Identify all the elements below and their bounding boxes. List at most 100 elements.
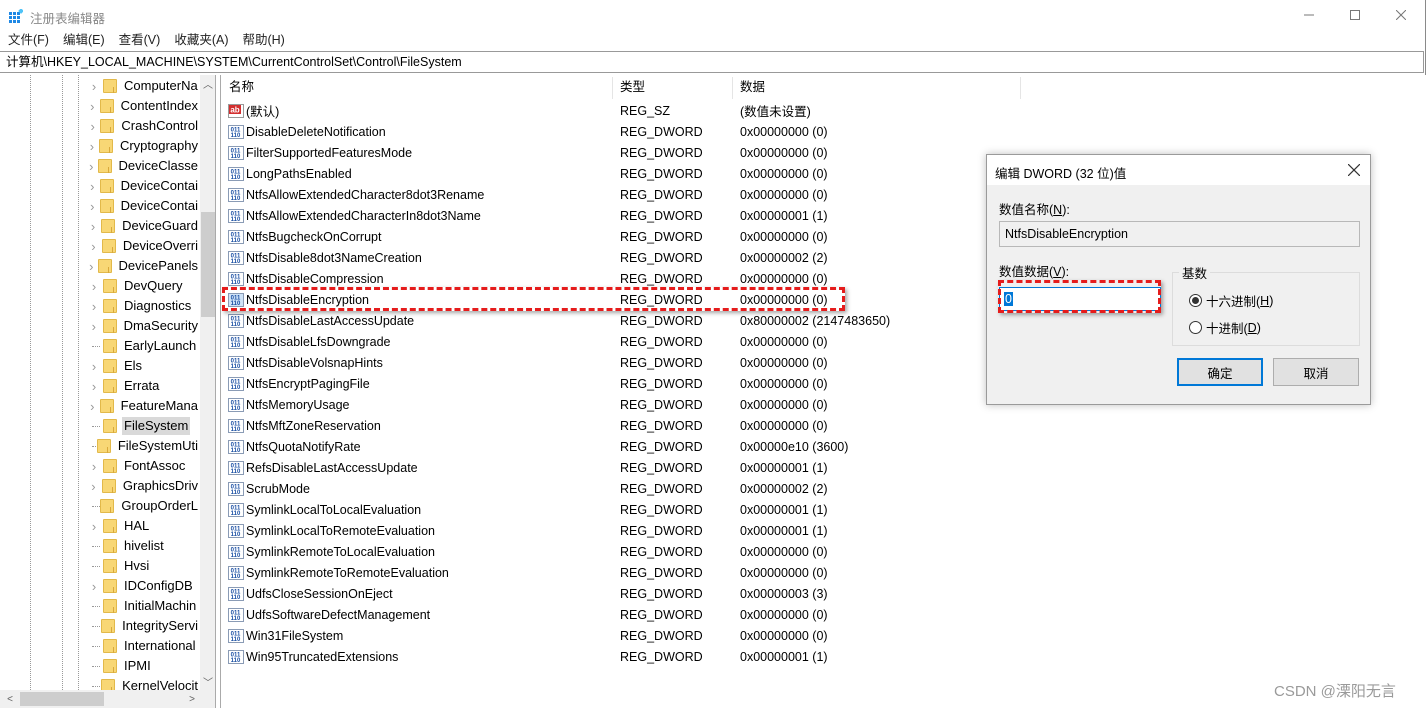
value-row[interactable]: 011 110 NtfsMemoryUsage REG_DWORD 0x00000000… [221, 394, 1021, 415]
value-row[interactable]: 011 110 NtfsDisableLastAccessUpdate REG_DWO… [221, 310, 1021, 331]
value-row[interactable]: 011 110 SymlinkRemoteToRemoteEvaluation REG… [221, 562, 1021, 583]
value-row[interactable]: 011 110 UdfsCloseSessionOnEject REG_DWORD 0x… [221, 583, 1021, 604]
tree-item[interactable]: FileSystemUti [88, 436, 200, 456]
tree-item[interactable]: › DeviceClasse [88, 156, 200, 176]
scroll-left-icon[interactable]: < [2, 691, 18, 707]
minimize-button[interactable] [1286, 0, 1332, 30]
value-row[interactable]: 011 110 NtfsDisableLfsDowngrade REG_DWORD 0x… [221, 331, 1021, 352]
value-row[interactable]: 011 110 SymlinkLocalToLocalEvaluation REG_D… [221, 499, 1021, 520]
tree-item[interactable]: › GraphicsDriv [88, 476, 200, 496]
value-row[interactable]: 011 110 Win95TruncatedExtensions REG_DWORD 0… [221, 646, 1021, 667]
maximize-button[interactable] [1332, 0, 1378, 30]
tree-horizontal-scrollbar[interactable]: < > [0, 690, 215, 708]
close-button[interactable] [1378, 0, 1424, 30]
tree-item[interactable]: GroupOrderL [88, 496, 200, 516]
value-row[interactable]: 011 110 SymlinkRemoteToLocalEvaluation REG_… [221, 541, 1021, 562]
tree-vertical-scroll-thumb[interactable] [201, 212, 215, 317]
tree-item[interactable]: IPMI [88, 656, 200, 676]
expand-chevron-icon[interactable]: › [88, 176, 97, 196]
radio-checked-icon[interactable] [1189, 294, 1202, 307]
expand-chevron-icon[interactable]: › [88, 396, 97, 416]
tree-item[interactable]: › ComputerNa [88, 76, 200, 96]
column-header-type[interactable]: 类型 [612, 75, 645, 99]
value-row[interactable]: 011 110 DisableDeleteNotification REG_DWORD… [221, 121, 1021, 142]
expand-chevron-icon[interactable]: › [88, 96, 97, 116]
menu-favorites[interactable]: 收藏夹(A) [167, 30, 235, 50]
tree-item[interactable]: EarlyLaunch [88, 336, 200, 356]
column-header-data[interactable]: 数据 [732, 75, 765, 99]
expand-chevron-icon[interactable]: › [88, 296, 100, 316]
expand-chevron-icon[interactable]: › [88, 156, 95, 176]
value-row[interactable]: 011 110 NtfsDisableVolsnapHints REG_DWORD 0x… [221, 352, 1021, 373]
tree-item[interactable]: InitialMachin [88, 596, 200, 616]
menu-edit[interactable]: 编辑(E) [56, 30, 112, 50]
expand-chevron-icon[interactable]: › [88, 216, 98, 236]
tree-item[interactable]: › DeviceGuard [88, 216, 200, 236]
value-row[interactable]: 011 110 NtfsDisableCompression REG_DWORD 0x0… [221, 268, 1021, 289]
scroll-right-icon[interactable]: > [184, 691, 200, 707]
tree-item[interactable]: › FeatureMana [88, 396, 200, 416]
expand-chevron-icon[interactable]: › [88, 256, 95, 276]
radio-hexadecimal[interactable]: 十六进制(H) [1189, 291, 1273, 310]
menu-file[interactable]: 文件(F) [0, 30, 56, 50]
menu-view[interactable]: 查看(V) [112, 30, 168, 50]
column-header-name[interactable]: 名称 [221, 75, 254, 99]
tree-item[interactable]: › DeviceOverri [88, 236, 200, 256]
tree-item[interactable]: › DeviceContai [88, 196, 200, 216]
expand-chevron-icon[interactable]: › [88, 276, 100, 296]
expand-chevron-icon[interactable]: › [88, 476, 99, 496]
ok-button[interactable]: 确定 [1177, 358, 1263, 386]
expand-chevron-icon[interactable]: › [88, 356, 100, 376]
menu-help[interactable]: 帮助(H) [235, 30, 291, 50]
tree-item[interactable]: hivelist [88, 536, 200, 556]
scroll-up-icon[interactable]: ︿ [200, 75, 215, 91]
tree-item[interactable]: › FontAssoc [88, 456, 200, 476]
expand-chevron-icon[interactable]: › [88, 376, 100, 396]
value-row[interactable]: 011 110 NtfsBugcheckOnCorrupt REG_DWORD 0x00… [221, 226, 1021, 247]
expand-chevron-icon[interactable]: › [88, 196, 97, 216]
tree-item[interactable]: › Diagnostics [88, 296, 200, 316]
tree-item[interactable]: › CrashControl [88, 116, 200, 136]
tree-item[interactable]: › DeviceContai [88, 176, 200, 196]
address-bar[interactable]: 计算机\HKEY_LOCAL_MACHINE\SYSTEM\CurrentCon… [0, 51, 1424, 73]
radio-unchecked-icon[interactable] [1189, 321, 1202, 334]
tree-item[interactable]: › ContentIndex [88, 96, 200, 116]
value-row[interactable]: 011 110 ScrubMode REG_DWORD 0x00000002 (2) [221, 478, 1021, 499]
tree-horizontal-scroll-thumb[interactable] [20, 692, 104, 706]
value-row[interactable]: 011 110 Win31FileSystem REG_DWORD 0x00000000… [221, 625, 1021, 646]
value-row[interactable]: 011 110 NtfsEncryptPagingFile REG_DWORD 0x00… [221, 373, 1021, 394]
tree-item[interactable]: Hvsi [88, 556, 200, 576]
tree-item[interactable]: › HAL [88, 516, 200, 536]
value-row[interactable]: 011 110 NtfsQuotaNotifyRate REG_DWORD 0x0000… [221, 436, 1021, 457]
tree-item[interactable]: International [88, 636, 200, 656]
value-row[interactable]: 011 110 LongPathsEnabled REG_DWORD 0x0000000… [221, 163, 1021, 184]
value-row[interactable]: 011 110 NtfsMftZoneReservation REG_DWORD 0x0… [221, 415, 1021, 436]
tree-item[interactable]: › Cryptography [88, 136, 200, 156]
value-row[interactable]: 011 110 FilterSupportedFeaturesMode REG_DWO… [221, 142, 1021, 163]
tree-item[interactable]: › Els [88, 356, 200, 376]
tree-vertical-scrollbar[interactable]: ︿ ﹀ [200, 75, 215, 690]
expand-chevron-icon[interactable]: › [88, 136, 96, 156]
column-separator[interactable] [1020, 77, 1021, 99]
tree-item[interactable]: IntegrityServi [88, 616, 200, 636]
expand-chevron-icon[interactable]: › [88, 116, 97, 136]
dialog-close-button[interactable] [1338, 155, 1370, 185]
value-row[interactable]: 011 110 UdfsSoftwareDefectManagement REG_DW… [221, 604, 1021, 625]
value-row[interactable]: 011 110 RefsDisableLastAccessUpdate REG_DWO… [221, 457, 1021, 478]
value-row[interactable]: 011 110 NtfsAllowExtendedCharacterIn8dot3N… [221, 205, 1021, 226]
scroll-down-icon[interactable]: ﹀ [200, 673, 215, 689]
tree-item[interactable]: › IDConfigDB [88, 576, 200, 596]
tree-item[interactable]: › DevicePanels [88, 256, 200, 276]
tree-item[interactable]: FileSystem [88, 416, 200, 436]
expand-chevron-icon[interactable]: › [88, 576, 100, 596]
tree-item[interactable]: › Errata [88, 376, 200, 396]
expand-chevron-icon[interactable]: › [88, 516, 100, 536]
tree-item[interactable]: › DevQuery [88, 276, 200, 296]
expand-chevron-icon[interactable]: › [88, 76, 100, 96]
value-row[interactable]: 011 110 SymlinkLocalToRemoteEvaluation REG_… [221, 520, 1021, 541]
expand-chevron-icon[interactable]: › [88, 236, 99, 256]
expand-chevron-icon[interactable]: › [88, 316, 100, 336]
expand-chevron-icon[interactable]: › [88, 456, 100, 476]
cancel-button[interactable]: 取消 [1273, 358, 1359, 386]
value-row[interactable]: ab (默认) REG_SZ (数值未设置) [221, 100, 1021, 121]
